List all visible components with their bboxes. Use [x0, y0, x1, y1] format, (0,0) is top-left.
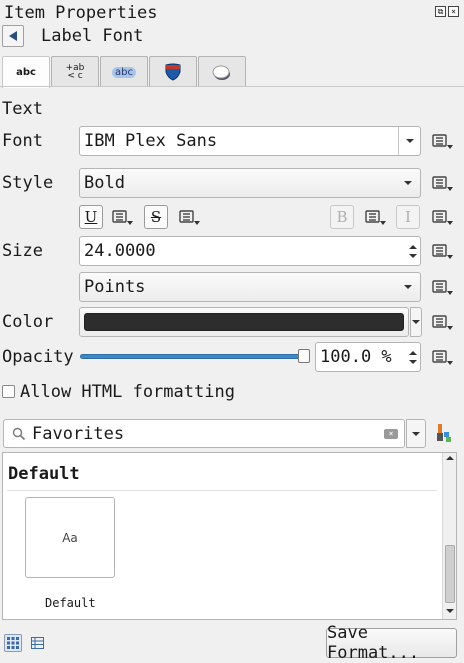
data-defined-icon	[432, 244, 453, 259]
clear-icon[interactable]: ×	[384, 428, 398, 439]
style-label: Style	[2, 173, 54, 193]
search-dropdown-button[interactable]	[406, 419, 426, 448]
bold-data-defined-button[interactable]	[361, 206, 389, 228]
arrow-down-icon	[409, 253, 417, 258]
list-view-button[interactable]	[28, 634, 46, 652]
tab-buffer[interactable]: abc	[100, 56, 148, 87]
close-panel-button[interactable]: ×	[448, 6, 459, 17]
tab-text[interactable]: abc	[2, 56, 50, 88]
data-defined-override-button[interactable]	[428, 311, 456, 333]
scroll-up-icon[interactable]	[446, 456, 454, 460]
shadow-icon	[212, 65, 230, 80]
font-combo[interactable]: IBM Plex Sans	[79, 126, 421, 156]
style-combo[interactable]: Bold	[79, 168, 421, 198]
color-dropdown-button[interactable]	[410, 307, 422, 337]
data-defined-icon	[432, 210, 453, 225]
style-manager-icon	[437, 424, 451, 442]
list-icon	[30, 637, 44, 649]
arrow-up-icon	[409, 350, 417, 355]
strikeout-button[interactable]: S	[144, 205, 168, 229]
tab-background[interactable]	[149, 56, 197, 87]
allow-html-checkbox[interactable]	[2, 385, 15, 398]
font-label: Font	[2, 131, 43, 151]
chevron-down-icon	[404, 181, 412, 185]
bold-button[interactable]: B	[330, 205, 354, 229]
chevron-down-icon	[412, 320, 420, 324]
size-value: 24.0000	[84, 241, 156, 261]
arrow-down-icon	[409, 359, 417, 364]
data-defined-override-button[interactable]	[428, 240, 456, 262]
save-format-button[interactable]: Save Format...	[326, 623, 457, 663]
style-preview[interactable]: Aa	[25, 497, 115, 578]
opacity-value: 100.0 %	[320, 347, 392, 367]
data-defined-icon	[432, 176, 453, 191]
chevron-down-icon	[412, 431, 420, 436]
header-label: Label Font	[41, 26, 144, 46]
preview-text: Aa	[62, 530, 78, 545]
list-scrollbar[interactable]	[442, 453, 456, 619]
unit-combo[interactable]: Points	[79, 272, 421, 302]
unit-value: Points	[84, 277, 146, 297]
style-value: Bold	[84, 173, 125, 193]
tab-shadow[interactable]	[198, 56, 246, 87]
group-divider	[7, 490, 437, 491]
data-defined-icon	[432, 280, 453, 295]
style-name: Default	[45, 596, 96, 610]
search-icon	[12, 427, 26, 440]
triangle-left-icon	[9, 31, 17, 41]
strikeout-data-defined-button[interactable]	[175, 206, 203, 228]
scroll-down-icon[interactable]	[446, 609, 454, 613]
style-list: Default Aa Default	[2, 452, 457, 620]
opacity-spinbox[interactable]: 100.0 %	[315, 342, 421, 372]
data-defined-icon	[179, 210, 200, 225]
search-value: Favorites	[32, 423, 125, 444]
style-search-input[interactable]: Favorites ×	[3, 419, 405, 448]
data-defined-icon	[432, 134, 453, 149]
underline-data-defined-button[interactable]	[108, 206, 136, 228]
shield-icon	[165, 63, 181, 81]
italic-data-defined-button[interactable]	[428, 206, 456, 228]
size-spinbox[interactable]: 24.0000	[79, 236, 421, 266]
data-defined-icon	[365, 210, 386, 225]
icon-view-button[interactable]	[4, 634, 22, 652]
color-button[interactable]	[79, 307, 409, 337]
grid-icon	[7, 637, 19, 649]
font-value: IBM Plex Sans	[84, 131, 218, 151]
data-defined-override-button[interactable]	[428, 130, 456, 152]
buffer-icon: abc	[112, 66, 136, 78]
data-defined-override-button[interactable]	[428, 276, 456, 298]
data-defined-icon	[432, 350, 453, 365]
data-defined-override-button[interactable]	[428, 346, 456, 368]
tab-formatting[interactable]: +ab < c	[51, 56, 99, 87]
float-panel-button[interactable]: ⧉	[435, 6, 446, 17]
chevron-down-icon	[404, 285, 412, 289]
opacity-label: Opacity	[2, 347, 74, 367]
style-manager-button[interactable]	[434, 423, 454, 448]
formatting-icon: +ab < c	[65, 63, 85, 81]
data-defined-icon	[432, 315, 453, 330]
data-defined-icon	[112, 210, 133, 225]
allow-html-label[interactable]: Allow HTML formatting	[20, 382, 235, 402]
color-label: Color	[2, 312, 54, 332]
tab-bar: abc +ab < c abc	[2, 56, 247, 88]
chevron-down-icon	[398, 127, 420, 155]
spin-arrows[interactable]	[406, 237, 420, 265]
section-heading: Text	[2, 99, 43, 119]
opacity-slider[interactable]	[80, 354, 306, 359]
arrow-up-icon	[409, 244, 417, 249]
data-defined-override-button[interactable]	[428, 172, 456, 194]
abc-text-icon: abc	[16, 67, 36, 78]
color-swatch	[84, 313, 404, 331]
underline-button[interactable]: U	[79, 205, 103, 229]
size-label: Size	[2, 241, 43, 261]
tab-divider	[0, 86, 464, 87]
opacity-slider-handle[interactable]	[298, 349, 310, 363]
title-buttons: ⧉ ×	[435, 6, 459, 17]
back-button[interactable]	[2, 25, 24, 47]
group-heading: Default	[8, 464, 80, 484]
panel-title: Item Properties	[4, 3, 158, 23]
spin-arrows[interactable]	[406, 343, 420, 371]
scrollbar-thumb[interactable]	[445, 545, 455, 603]
italic-button[interactable]: I	[396, 205, 420, 229]
